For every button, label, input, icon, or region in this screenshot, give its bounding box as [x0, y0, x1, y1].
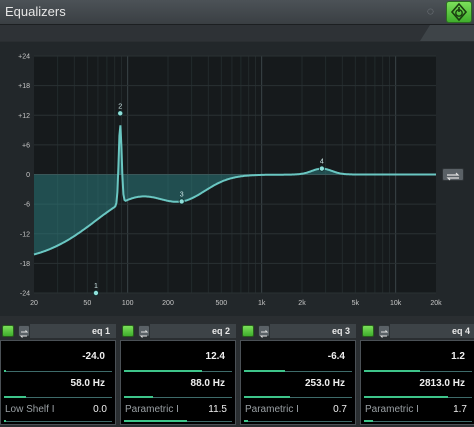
- band-power-button[interactable]: [122, 325, 134, 337]
- band-type[interactable]: Parametric I: [245, 404, 299, 415]
- power-icon: [450, 2, 468, 22]
- reset-button[interactable]: [442, 168, 464, 181]
- eq-point-handle[interactable]: [117, 110, 124, 117]
- eq-point-handle[interactable]: [178, 198, 185, 205]
- q-meter[interactable]: [244, 420, 248, 422]
- title-bar: Equalizers ◌: [0, 0, 474, 25]
- eq-point-label: 1: [94, 283, 98, 290]
- band-q-value[interactable]: 0.7: [333, 404, 347, 415]
- freq-meter[interactable]: [4, 396, 26, 398]
- band-gain-value[interactable]: 12.4: [206, 351, 225, 362]
- eq-band-4: eq 4 1.2 2813.0 Hz Parametric I 1.7: [360, 322, 474, 425]
- y-tick-label: -24: [20, 291, 30, 298]
- gain-meter[interactable]: [124, 370, 202, 372]
- band-type[interactable]: Parametric I: [365, 404, 419, 415]
- band-type[interactable]: Parametric I: [125, 404, 179, 415]
- gain-meter-track: [4, 371, 112, 372]
- eq-band-3: eq 3 -6.4 253.0 Hz Parametric I 0.7: [240, 322, 356, 425]
- eq-point-label: 4: [320, 159, 324, 166]
- x-tick-label: 10k: [390, 300, 402, 307]
- band-name: eq 1: [91, 326, 110, 336]
- y-tick-label: -6: [24, 202, 30, 209]
- q-meter[interactable]: [364, 420, 373, 422]
- y-tick-label: 0: [26, 172, 30, 179]
- swap-icon: [446, 172, 460, 181]
- gain-meter[interactable]: [4, 370, 6, 372]
- band-q-value[interactable]: 0.0: [93, 404, 107, 415]
- band-display: -24.0 58.0 Hz Low Shelf I 0.0: [0, 340, 116, 425]
- eq-point-label: 2: [118, 103, 122, 110]
- y-tick-label: -12: [20, 231, 30, 238]
- x-tick-label: 100: [122, 300, 134, 307]
- band-swap-button[interactable]: [138, 325, 150, 338]
- toolbar-strip: [0, 25, 474, 41]
- band-freq-value[interactable]: 58.0 Hz: [71, 378, 105, 389]
- swap-icon: [259, 330, 269, 338]
- band-header: eq 3: [240, 322, 356, 338]
- band-name: eq 3: [331, 326, 350, 336]
- band-q-value[interactable]: 11.5: [208, 404, 227, 415]
- band-display: -6.4 253.0 Hz Parametric I 0.7: [240, 340, 356, 425]
- y-tick-label: -18: [20, 261, 30, 268]
- band-freq-value[interactable]: 253.0 Hz: [305, 378, 345, 389]
- window-title: Equalizers: [5, 4, 66, 19]
- band-display: 12.4 88.0 Hz Parametric I 11.5: [120, 340, 236, 425]
- band-swap-button[interactable]: [378, 325, 390, 338]
- q-meter-track: [244, 421, 352, 422]
- q-meter[interactable]: [124, 420, 187, 422]
- swap-icon: [379, 330, 389, 338]
- eq-point-handle[interactable]: [318, 165, 325, 172]
- band-name: eq 4: [451, 326, 470, 336]
- y-tick-label: +24: [18, 54, 30, 61]
- x-tick-label: 5k: [352, 300, 360, 307]
- eq-point-label: 3: [180, 191, 184, 198]
- eq-graph[interactable]: +24 +18 +12 +6 0 -6 -12 -18 -2420 50 100 200 500 1k 2k…: [0, 42, 474, 316]
- q-meter-track: [4, 421, 112, 422]
- y-tick-label: +6: [22, 142, 30, 149]
- band-swap-button[interactable]: [258, 325, 270, 338]
- x-tick-label: 500: [215, 300, 227, 307]
- eq-band-2: eq 2 12.4 88.0 Hz Parametric I 11.5: [120, 322, 236, 425]
- band-power-button[interactable]: [2, 325, 14, 337]
- power-button[interactable]: [446, 1, 472, 23]
- eq-graph-panel: +24 +18 +12 +6 0 -6 -12 -18 -24 20 50 100 200 500 1k 2k…: [0, 42, 474, 316]
- x-tick-label: 20: [30, 300, 38, 307]
- band-q-value[interactable]: 1.7: [453, 404, 467, 415]
- band-header: eq 1: [0, 322, 116, 338]
- x-tick-label: 50: [83, 300, 91, 307]
- y-tick-label: +18: [18, 83, 30, 90]
- eq-band-1: eq 1 -24.0 58.0 Hz Low Shelf I 0.0: [0, 322, 116, 425]
- band-gain-value[interactable]: -6.4: [328, 351, 345, 362]
- band-freq-value[interactable]: 2813.0 Hz: [419, 378, 465, 389]
- band-power-button[interactable]: [242, 325, 254, 337]
- band-swap-button[interactable]: [18, 325, 30, 338]
- swap-icon: [139, 330, 149, 338]
- x-tick-label: 200: [162, 300, 174, 307]
- swap-icon: [19, 330, 29, 338]
- circle-icon[interactable]: ◌: [424, 5, 437, 18]
- band-header: eq 2: [120, 322, 236, 338]
- freq-meter[interactable]: [244, 396, 290, 398]
- band-name: eq 2: [211, 326, 230, 336]
- band-header: eq 4: [360, 322, 474, 338]
- y-tick-label: +12: [18, 113, 30, 120]
- band-freq-value[interactable]: 88.0 Hz: [191, 378, 225, 389]
- band-display: 1.2 2813.0 Hz Parametric I 1.7: [360, 340, 474, 425]
- freq-meter[interactable]: [124, 396, 153, 398]
- band-power-button[interactable]: [362, 325, 374, 337]
- q-meter-track: [364, 421, 472, 422]
- band-gain-value[interactable]: 1.2: [451, 351, 465, 362]
- x-tick-label: 1k: [258, 300, 266, 307]
- x-tick-label: 2k: [298, 300, 306, 307]
- x-tick-label: 20k: [430, 300, 442, 307]
- gain-meter[interactable]: [244, 370, 285, 372]
- q-meter[interactable]: [4, 420, 6, 422]
- band-gain-value[interactable]: -24.0: [82, 351, 105, 362]
- gain-meter[interactable]: [364, 370, 420, 372]
- band-type[interactable]: Low Shelf I: [5, 404, 54, 415]
- freq-meter[interactable]: [364, 396, 448, 398]
- eq-point-handle[interactable]: [92, 289, 99, 296]
